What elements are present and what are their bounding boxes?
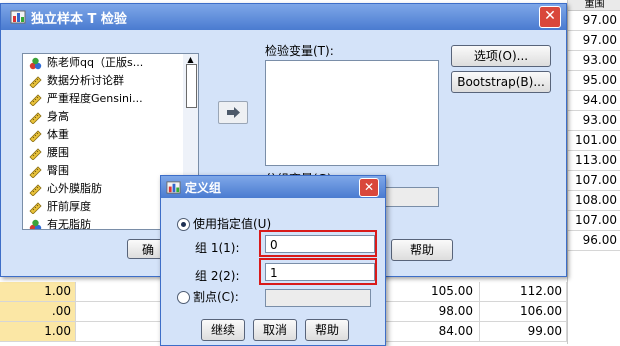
highlight-frame: [259, 230, 377, 257]
grid-cell[interactable]: 96.00: [568, 231, 620, 251]
grid-cell[interactable]: 105.00: [370, 282, 480, 301]
close-button[interactable]: ✕: [359, 178, 379, 197]
variable-label: 肝前厚度: [47, 200, 91, 213]
variable-list-item[interactable]: 体重: [23, 126, 184, 144]
grid-column-right: 重围 97.00 97.00 93.00 95.00 94.00 93.00 101.00 1…: [567, 0, 620, 344]
grid-cell[interactable]: 1.00: [0, 282, 76, 301]
grid-cell[interactable]: 1.00: [0, 322, 76, 341]
define-groups-dialog: 定义组 ✕ 使用指定值(U) 组 1(1): 0 组 2(2): 1 割点(C)…: [160, 175, 386, 346]
options-button[interactable]: 选项(O)...: [451, 45, 551, 67]
ruler-icon: [29, 76, 42, 88]
bootstrap-button[interactable]: Bootstrap(B)...: [451, 71, 551, 93]
help-button[interactable]: 帮助: [391, 239, 453, 261]
define-groups-title: 定义组: [185, 181, 222, 195]
grid-cell[interactable]: 84.00: [370, 322, 480, 341]
variable-list-item[interactable]: 腰围: [23, 144, 184, 162]
grid-cell[interactable]: 101.00: [568, 131, 620, 151]
grid-cell[interactable]: 107.00: [568, 211, 620, 231]
variable-label: 数据分析讨论群: [47, 74, 124, 87]
cut-point-radio[interactable]: [177, 291, 190, 304]
move-variable-button[interactable]: [218, 101, 248, 124]
ruler-icon: [29, 166, 42, 178]
ruler-icon: [29, 130, 42, 142]
variable-label: 严重程度Gensini...: [47, 92, 143, 105]
nominal-var-icon: [29, 219, 42, 229]
ruler-icon: [29, 94, 42, 106]
variable-label: 陈老师qq（正版s...: [47, 56, 144, 69]
close-icon: ✕: [544, 8, 556, 24]
grid-cell[interactable]: 113.00: [568, 151, 620, 171]
nominal-var-icon: [29, 57, 42, 70]
variable-list-item[interactable]: 身高: [23, 108, 184, 126]
close-icon: ✕: [363, 180, 375, 194]
test-variable-label: 检验变量(T):: [265, 44, 334, 58]
close-button[interactable]: ✕: [539, 6, 561, 28]
variable-list-item[interactable]: 陈老师qq（正版s...: [23, 54, 184, 72]
group1-label: 组 1(1):: [195, 241, 240, 255]
variable-label: 有无脂肪: [47, 218, 91, 230]
ruler-icon: [29, 148, 42, 160]
ruler-icon: [29, 202, 42, 214]
grid-cell[interactable]: 97.00: [568, 11, 620, 31]
define-groups-title-bar[interactable]: 定义组 ✕: [161, 176, 385, 198]
variable-list-item[interactable]: 数据分析讨论群: [23, 72, 184, 90]
help-button[interactable]: 帮助: [305, 319, 349, 341]
cut-point-label: 割点(C):: [193, 290, 239, 304]
grid-cell[interactable]: 98.00: [370, 302, 480, 321]
grid-cell[interactable]: 93.00: [568, 51, 620, 71]
grid-cell[interactable]: 95.00: [568, 71, 620, 91]
grid-cell[interactable]: 94.00: [568, 91, 620, 111]
grid-cell[interactable]: 97.00: [568, 31, 620, 51]
ruler-icon: [29, 184, 42, 196]
arrow-right-icon: [227, 107, 240, 118]
cancel-button[interactable]: 取消: [253, 319, 297, 341]
dialog-title: 独立样本 T 检验: [31, 12, 127, 27]
highlight-frame: [259, 258, 377, 285]
variable-label: 心外膜脂肪: [47, 182, 102, 195]
column-header[interactable]: 重围: [568, 0, 620, 11]
variable-label: 腰围: [47, 146, 69, 159]
test-variable-list[interactable]: [265, 60, 439, 166]
spss-app-icon: [10, 10, 26, 24]
variable-label: 身高: [47, 110, 69, 123]
dialog-title-bar[interactable]: 独立样本 T 检验 ✕: [1, 4, 566, 30]
scroll-up-icon[interactable]: ▲: [186, 56, 195, 64]
cut-point-input[interactable]: [265, 289, 371, 307]
spss-app-icon: [166, 181, 181, 194]
grid-cell[interactable]: 108.00: [568, 191, 620, 211]
grid-cell[interactable]: .00: [0, 302, 76, 321]
variable-label: 体重: [47, 128, 69, 141]
grid-cell[interactable]: 112.00: [480, 282, 567, 301]
grid-cell[interactable]: 106.00: [480, 302, 567, 321]
grid-cell[interactable]: 93.00: [568, 111, 620, 131]
variable-label: 臀围: [47, 164, 69, 177]
ruler-icon: [29, 112, 42, 124]
use-specified-values-radio[interactable]: [177, 218, 190, 231]
continue-button[interactable]: 继续: [201, 319, 245, 341]
scroll-thumb[interactable]: [186, 64, 197, 108]
group2-label: 组 2(2):: [195, 269, 240, 283]
variable-list-item[interactable]: 严重程度Gensini...: [23, 90, 184, 108]
grid-cell[interactable]: 99.00: [480, 322, 567, 341]
grid-cell[interactable]: 107.00: [568, 171, 620, 191]
